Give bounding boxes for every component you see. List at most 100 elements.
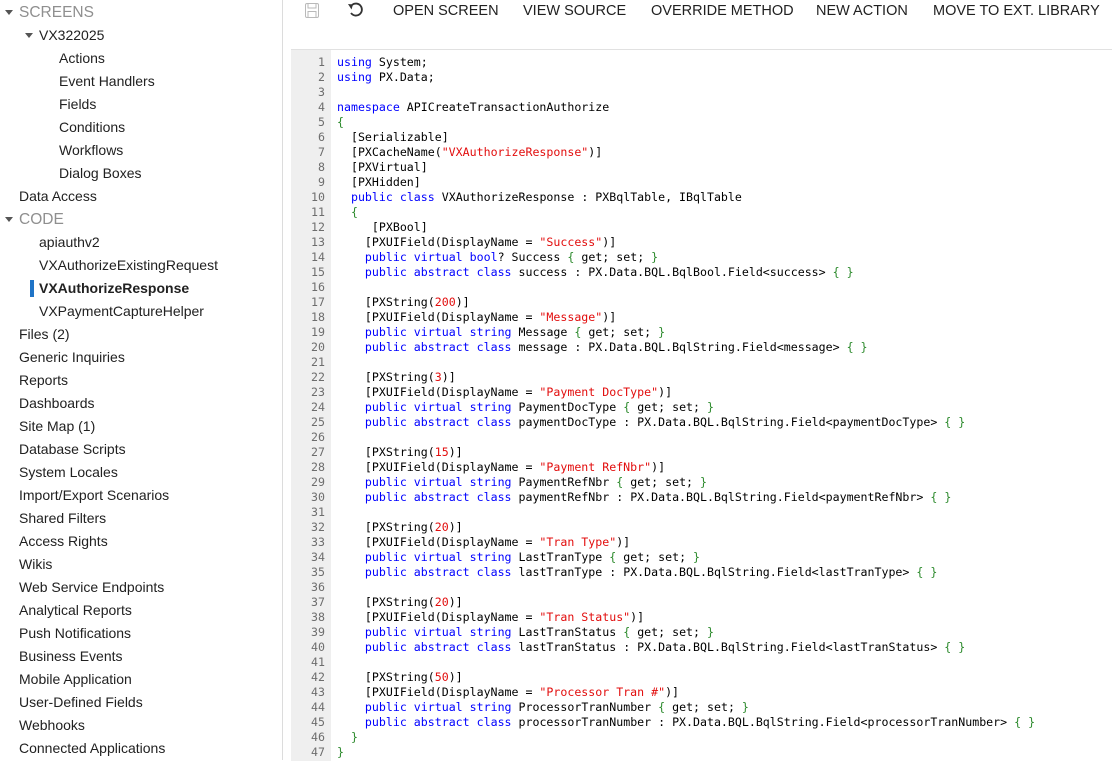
tree-item[interactable]: Actions bbox=[0, 47, 282, 70]
tree-item[interactable]: Import/Export Scenarios bbox=[0, 484, 282, 507]
code-line[interactable]: { bbox=[337, 115, 344, 130]
tree-section-header[interactable]: SCREENS bbox=[0, 1, 282, 24]
code-line[interactable]: using System; bbox=[337, 55, 428, 70]
tree-item[interactable]: VXAuthorizeResponse bbox=[0, 277, 282, 300]
tree-item[interactable]: Web Service Endpoints bbox=[0, 576, 282, 599]
tree-item[interactable]: Workflows bbox=[0, 139, 282, 162]
tree-item[interactable]: Fields bbox=[0, 93, 282, 116]
tree-item[interactable]: Wikis bbox=[0, 553, 282, 576]
line-number: 23 bbox=[311, 385, 325, 399]
line-number: 29 bbox=[311, 475, 325, 489]
code-line[interactable]: public abstract class paymentDocType : P… bbox=[337, 415, 965, 430]
code-line[interactable]: [PXVirtual] bbox=[337, 160, 428, 175]
line-number: 34 bbox=[311, 550, 325, 564]
tree-item[interactable]: System Locales bbox=[0, 461, 282, 484]
new-action-button[interactable]: NEW ACTION bbox=[816, 0, 908, 22]
tree-item-label: Connected Applications bbox=[19, 740, 166, 756]
code-line[interactable]: public virtual string ProcessorTranNumbe… bbox=[337, 700, 749, 715]
tree-item[interactable]: VXPaymentCaptureHelper bbox=[0, 300, 282, 323]
code-line[interactable]: using PX.Data; bbox=[337, 70, 435, 85]
code-line[interactable]: [PXString(15)] bbox=[337, 445, 463, 460]
tree-item[interactable]: Mobile Application bbox=[0, 668, 282, 691]
tree-item[interactable]: Analytical Reports bbox=[0, 599, 282, 622]
line-number: 35 bbox=[311, 565, 325, 579]
code-line[interactable]: } bbox=[337, 745, 344, 760]
code-line[interactable]: [PXUIField(DisplayName = "Processor Tran… bbox=[337, 685, 679, 700]
tree-item-label: Webhooks bbox=[19, 717, 85, 733]
caret-down-icon[interactable] bbox=[5, 217, 13, 222]
tree-item[interactable]: Event Handlers bbox=[0, 70, 282, 93]
code-line[interactable]: public abstract class success : PX.Data.… bbox=[337, 265, 854, 280]
tree-item[interactable]: Webhooks bbox=[0, 714, 282, 737]
code-line[interactable]: namespace APICreateTransactionAuthorize bbox=[337, 100, 609, 115]
tree-item-label: Database Scripts bbox=[19, 441, 126, 457]
tree-item[interactable]: Data Access bbox=[0, 185, 282, 208]
tree-item[interactable]: Files (2) bbox=[0, 323, 282, 346]
tree-item[interactable]: User-Defined Fields bbox=[0, 691, 282, 714]
tree-item[interactable]: Site Map (1) bbox=[0, 415, 282, 438]
tree-item[interactable]: Generic Inquiries bbox=[0, 346, 282, 369]
code-line[interactable]: [PXCacheName("VXAuthorizeResponse")] bbox=[337, 145, 602, 160]
code-line[interactable]: [PXString(20)] bbox=[337, 595, 463, 610]
code-line[interactable]: { bbox=[337, 205, 358, 220]
code-line[interactable]: [PXUIField(DisplayName = "Payment DocTyp… bbox=[337, 385, 672, 400]
code-line[interactable]: public abstract class processorTranNumbe… bbox=[337, 715, 1035, 730]
tree-item[interactable]: Push Notifications bbox=[0, 622, 282, 645]
code-line[interactable]: public abstract class lastTranType : PX.… bbox=[337, 565, 937, 580]
tree-item[interactable]: Conditions bbox=[0, 116, 282, 139]
tree-item[interactable]: Reports bbox=[0, 369, 282, 392]
code-line[interactable]: [PXString(50)] bbox=[337, 670, 463, 685]
code-line[interactable]: [PXUIField(DisplayName = "Success")] bbox=[337, 235, 616, 250]
tree-item[interactable]: VXAuthorizeExistingRequest bbox=[0, 254, 282, 277]
code-line[interactable]: public abstract class paymentRefNbr : PX… bbox=[337, 490, 951, 505]
code-line[interactable]: public virtual bool? Success { get; set;… bbox=[337, 250, 658, 265]
code-line[interactable]: [PXHidden] bbox=[337, 175, 421, 190]
tree-item[interactable]: Database Scripts bbox=[0, 438, 282, 461]
undo-icon[interactable] bbox=[347, 2, 365, 24]
line-number: 44 bbox=[311, 700, 325, 714]
code-line[interactable]: [PXUIField(DisplayName = "Message")] bbox=[337, 310, 616, 325]
code-line[interactable]: [PXUIField(DisplayName = "Tran Type")] bbox=[337, 535, 630, 550]
code-line[interactable]: [PXString(200)] bbox=[337, 295, 470, 310]
tree-item[interactable]: Business Events bbox=[0, 645, 282, 668]
tree-item[interactable]: VX322025 bbox=[0, 24, 282, 47]
open-screen-button[interactable]: OPEN SCREEN bbox=[393, 0, 499, 22]
caret-down-icon[interactable] bbox=[25, 33, 33, 38]
tree-item[interactable]: Connected Applications bbox=[0, 737, 282, 760]
code-line[interactable]: [PXString(3)] bbox=[337, 370, 456, 385]
tree-item[interactable]: apiauthv2 bbox=[0, 231, 282, 254]
line-number: 13 bbox=[311, 235, 325, 249]
view-source-button[interactable]: VIEW SOURCE bbox=[523, 0, 626, 22]
code-line[interactable]: public virtual string Message { get; set… bbox=[337, 325, 665, 340]
code-line[interactable]: public class VXAuthorizeResponse : PXBql… bbox=[337, 190, 742, 205]
code-line[interactable]: public virtual string LastTranStatus { g… bbox=[337, 625, 714, 640]
code-line[interactable]: public virtual string LastTranType { get… bbox=[337, 550, 700, 565]
code-editor[interactable]: 1 2 3 4 5 6 7 8 9 10 11 12 13 14 15 16 17 18 19 20 21 22 23 24 2… bbox=[291, 49, 1112, 761]
code-line[interactable]: public virtual string PaymentDocType { g… bbox=[337, 400, 714, 415]
code-line[interactable]: [PXString(20)] bbox=[337, 520, 463, 535]
tree-section-header[interactable]: CODE bbox=[0, 208, 282, 231]
code-line[interactable]: [PXBool] bbox=[337, 220, 428, 235]
code-line[interactable]: [PXUIField(DisplayName = "Payment RefNbr… bbox=[337, 460, 665, 475]
override-method-button[interactable]: OVERRIDE METHOD bbox=[651, 0, 794, 22]
caret-down-icon[interactable] bbox=[5, 10, 13, 15]
tree-item[interactable]: Dashboards bbox=[0, 392, 282, 415]
tree-item[interactable]: Access Rights bbox=[0, 530, 282, 553]
tree-item-label: apiauthv2 bbox=[39, 234, 100, 250]
line-number: 1 bbox=[318, 55, 325, 69]
line-number: 11 bbox=[311, 205, 325, 219]
code-line[interactable]: public abstract class message : PX.Data.… bbox=[337, 340, 868, 355]
code-line[interactable]: } bbox=[337, 730, 358, 745]
code-line[interactable]: public virtual string PaymentRefNbr { ge… bbox=[337, 475, 707, 490]
code-line[interactable]: [PXUIField(DisplayName = "Tran Status")] bbox=[337, 610, 644, 625]
move-to-ext-library-button[interactable]: MOVE TO EXT. LIBRARY bbox=[933, 0, 1100, 22]
line-number: 18 bbox=[311, 310, 325, 324]
tree-item[interactable]: Dialog Boxes bbox=[0, 162, 282, 185]
tree-item-label: VX322025 bbox=[39, 27, 105, 43]
line-number-gutter: 1 2 3 4 5 6 7 8 9 10 11 12 13 14 15 16 17 18 19 20 21 22 23 24 2… bbox=[291, 50, 331, 761]
code-line[interactable]: public abstract class lastTranStatus : P… bbox=[337, 640, 965, 655]
tree-item[interactable]: Shared Filters bbox=[0, 507, 282, 530]
code-line[interactable]: [Serializable] bbox=[337, 130, 449, 145]
save-icon[interactable] bbox=[305, 3, 319, 25]
line-number: 39 bbox=[311, 625, 325, 639]
